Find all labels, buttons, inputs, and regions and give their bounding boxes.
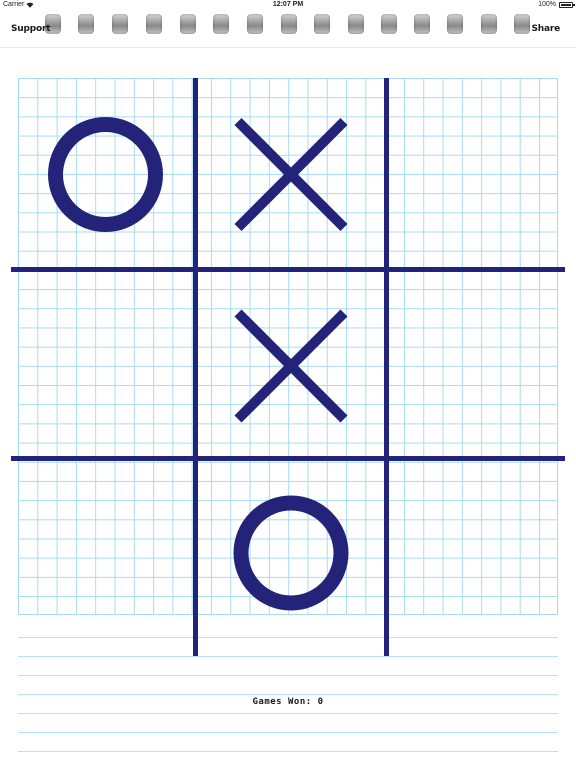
o-mark-icon <box>48 117 163 232</box>
games-won-label: Games Won: <box>252 697 312 707</box>
games-won-count: 0 <box>317 697 324 707</box>
spiral-ring-icon <box>78 14 94 34</box>
x-mark-icon <box>234 309 348 423</box>
spiral-ring-icon <box>247 14 263 34</box>
board-cell-5[interactable] <box>198 272 384 456</box>
ruled-line <box>18 732 558 733</box>
games-won-text: Games Won: 0 <box>0 697 576 707</box>
spiral-ring-icon <box>381 14 397 34</box>
support-button[interactable]: Support <box>11 24 51 34</box>
spiral-ring-icon <box>447 14 463 34</box>
board-cell-4[interactable] <box>18 272 193 456</box>
board-cell-2[interactable] <box>198 78 384 267</box>
battery-percent: 100% <box>538 1 556 8</box>
ruled-line <box>18 675 558 676</box>
spiral-ring-icon <box>180 14 196 34</box>
spiral-binding <box>0 14 576 40</box>
o-mark-icon <box>233 495 349 611</box>
board-cell-6[interactable] <box>389 272 558 456</box>
ruled-line <box>18 694 558 695</box>
board-cell-1[interactable] <box>18 78 193 267</box>
ruled-line <box>18 713 558 714</box>
board-cell-7[interactable] <box>18 461 193 641</box>
spiral-ring-icon <box>314 14 330 34</box>
share-button[interactable]: Share <box>531 24 560 34</box>
board-cell-9[interactable] <box>389 461 558 641</box>
status-time: 12:07 PM <box>272 1 304 8</box>
spiral-ring-icon <box>514 14 530 34</box>
spiral-ring-icon <box>213 14 229 34</box>
spiral-ring-icon <box>348 14 364 34</box>
ruled-line <box>18 751 558 752</box>
ruled-line <box>18 656 558 657</box>
status-battery: 100% <box>538 1 575 8</box>
board-cell-3[interactable] <box>389 78 558 267</box>
game-screen: Carrier 12:07 PM 100% Support Share Game… <box>0 0 576 768</box>
page-edge <box>0 47 576 48</box>
board-cell-8[interactable] <box>198 461 384 641</box>
spiral-ring-icon <box>481 14 497 34</box>
spiral-ring-icon <box>414 14 430 34</box>
x-mark-icon <box>234 117 348 232</box>
spiral-ring-icon <box>281 14 297 34</box>
battery-icon <box>559 1 575 8</box>
spiral-ring-icon <box>146 14 162 34</box>
status-bar: Carrier 12:07 PM 100% <box>0 0 576 12</box>
spiral-ring-icon <box>112 14 128 34</box>
